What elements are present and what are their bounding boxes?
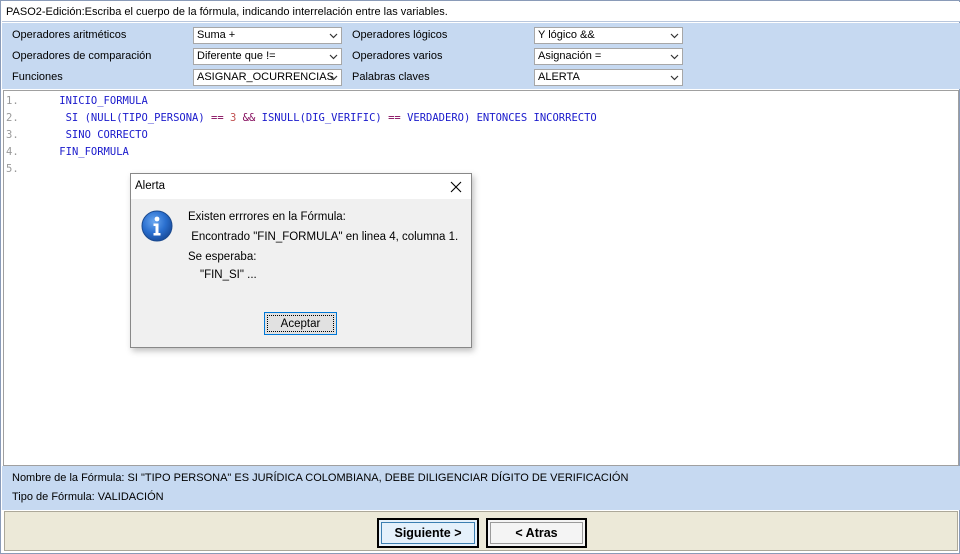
arithmetic-operators-value: Suma + bbox=[197, 29, 236, 41]
chevron-down-icon bbox=[329, 33, 338, 39]
formula-type-text: Tipo de Fórmula: VALIDACIÓN bbox=[12, 491, 164, 503]
code-line: 4. FIN_FORMULA bbox=[6, 146, 129, 163]
alert-message-expected-value: "FIN_SI" ... bbox=[200, 269, 257, 281]
chevron-down-icon bbox=[329, 54, 338, 60]
navigation-bar: Siguiente > < Atras bbox=[4, 511, 958, 551]
accept-button-label: Aceptar bbox=[280, 317, 321, 330]
functions-label: Funciones bbox=[12, 71, 63, 83]
alert-message-found: Encontrado "FIN_FORMULA" en linea 4, col… bbox=[188, 231, 459, 243]
misc-operators-select[interactable]: Asignación = bbox=[534, 48, 683, 65]
keywords-value: ALERTA bbox=[538, 71, 580, 83]
close-icon[interactable] bbox=[449, 180, 463, 194]
formula-editor-window: PASO2-Edición:Escriba el cuerpo de la fó… bbox=[0, 0, 960, 554]
next-button-label: Siguiente > bbox=[394, 526, 462, 540]
keywords-label: Palabras claves bbox=[352, 71, 430, 83]
chevron-down-icon bbox=[670, 33, 679, 39]
logical-operators-label: Operadores lógicos bbox=[352, 29, 448, 41]
functions-value: ASIGNAR_OCURRENCIAS bbox=[197, 71, 334, 83]
logical-operators-select[interactable]: Y lógico && bbox=[534, 27, 683, 44]
alert-dialog-title: Alerta bbox=[135, 180, 166, 192]
code-token: CORRECTO bbox=[90, 129, 148, 141]
arithmetic-operators-label: Operadores aritméticos bbox=[12, 29, 127, 41]
operators-panel: Operadores aritméticos Suma + Operadores… bbox=[2, 23, 960, 89]
alert-message-heading: Existen errrores en la Fórmula: bbox=[188, 211, 346, 223]
code-line: 5. bbox=[6, 163, 34, 180]
line-number: 1. bbox=[6, 95, 19, 107]
code-token: SINO bbox=[65, 129, 91, 141]
alert-dialog-titlebar: Alerta bbox=[131, 174, 471, 199]
step-title: PASO2-Edición:Escriba el cuerpo de la fó… bbox=[2, 2, 960, 22]
formula-name-text: Nombre de la Fórmula: SI "TIPO PERSONA" … bbox=[12, 472, 629, 484]
chevron-down-icon bbox=[329, 75, 338, 81]
comparison-operators-value: Diferente que != bbox=[197, 50, 276, 62]
logical-operators-value: Y lógico && bbox=[538, 29, 595, 41]
line-number: 5. bbox=[6, 163, 19, 175]
formula-info-panel: Nombre de la Fórmula: SI "TIPO PERSONA" … bbox=[2, 466, 960, 510]
code-token: NULL bbox=[90, 112, 117, 124]
line-number: 2. bbox=[6, 112, 19, 124]
line-number: 3. bbox=[6, 129, 19, 141]
alert-message-expected-label: Se esperaba: bbox=[188, 251, 257, 263]
chevron-down-icon bbox=[670, 75, 679, 81]
misc-operators-value: Asignación = bbox=[538, 50, 602, 62]
chevron-down-icon bbox=[670, 54, 679, 60]
code-token: VERDADERO) bbox=[400, 112, 477, 124]
code-token: == bbox=[388, 112, 401, 124]
code-token: FIN_FORMULA bbox=[59, 146, 129, 158]
code-token: ISNULL(DIG_VERIFIC) bbox=[255, 112, 389, 124]
misc-operators-label: Operadores varios bbox=[352, 50, 443, 62]
code-token: ENTONCES bbox=[476, 112, 528, 124]
code-token: == bbox=[211, 112, 224, 124]
comparison-operators-select[interactable]: Diferente que != bbox=[193, 48, 342, 65]
arithmetic-operators-select[interactable]: Suma + bbox=[193, 27, 342, 44]
code-token: INCORRECTO bbox=[527, 112, 597, 124]
functions-select[interactable]: ASIGNAR_OCURRENCIAS bbox=[193, 69, 342, 86]
code-token: SI bbox=[65, 112, 85, 124]
next-button[interactable]: Siguiente > bbox=[377, 518, 479, 548]
line-number: 4. bbox=[6, 146, 19, 158]
comparison-operators-label: Operadores de comparación bbox=[12, 50, 152, 62]
accept-button[interactable]: Aceptar bbox=[264, 312, 337, 335]
back-button[interactable]: < Atras bbox=[486, 518, 587, 548]
keywords-select[interactable]: ALERTA bbox=[534, 69, 683, 86]
code-line: 2. SI (NULL(TIPO_PERSONA) == 3 && ISNULL… bbox=[6, 112, 597, 129]
info-icon bbox=[141, 210, 173, 242]
code-token: INICIO_FORMULA bbox=[59, 95, 148, 107]
code-token: (TIPO_PERSONA) bbox=[116, 112, 212, 124]
code-line: 1. INICIO_FORMULA bbox=[6, 95, 148, 112]
code-line: 3. SINO CORRECTO bbox=[6, 129, 148, 146]
alert-dialog: Alerta Existen errrores en la Fórmula: E… bbox=[130, 173, 472, 348]
back-button-label: < Atras bbox=[515, 526, 558, 540]
code-token: && bbox=[242, 112, 256, 124]
